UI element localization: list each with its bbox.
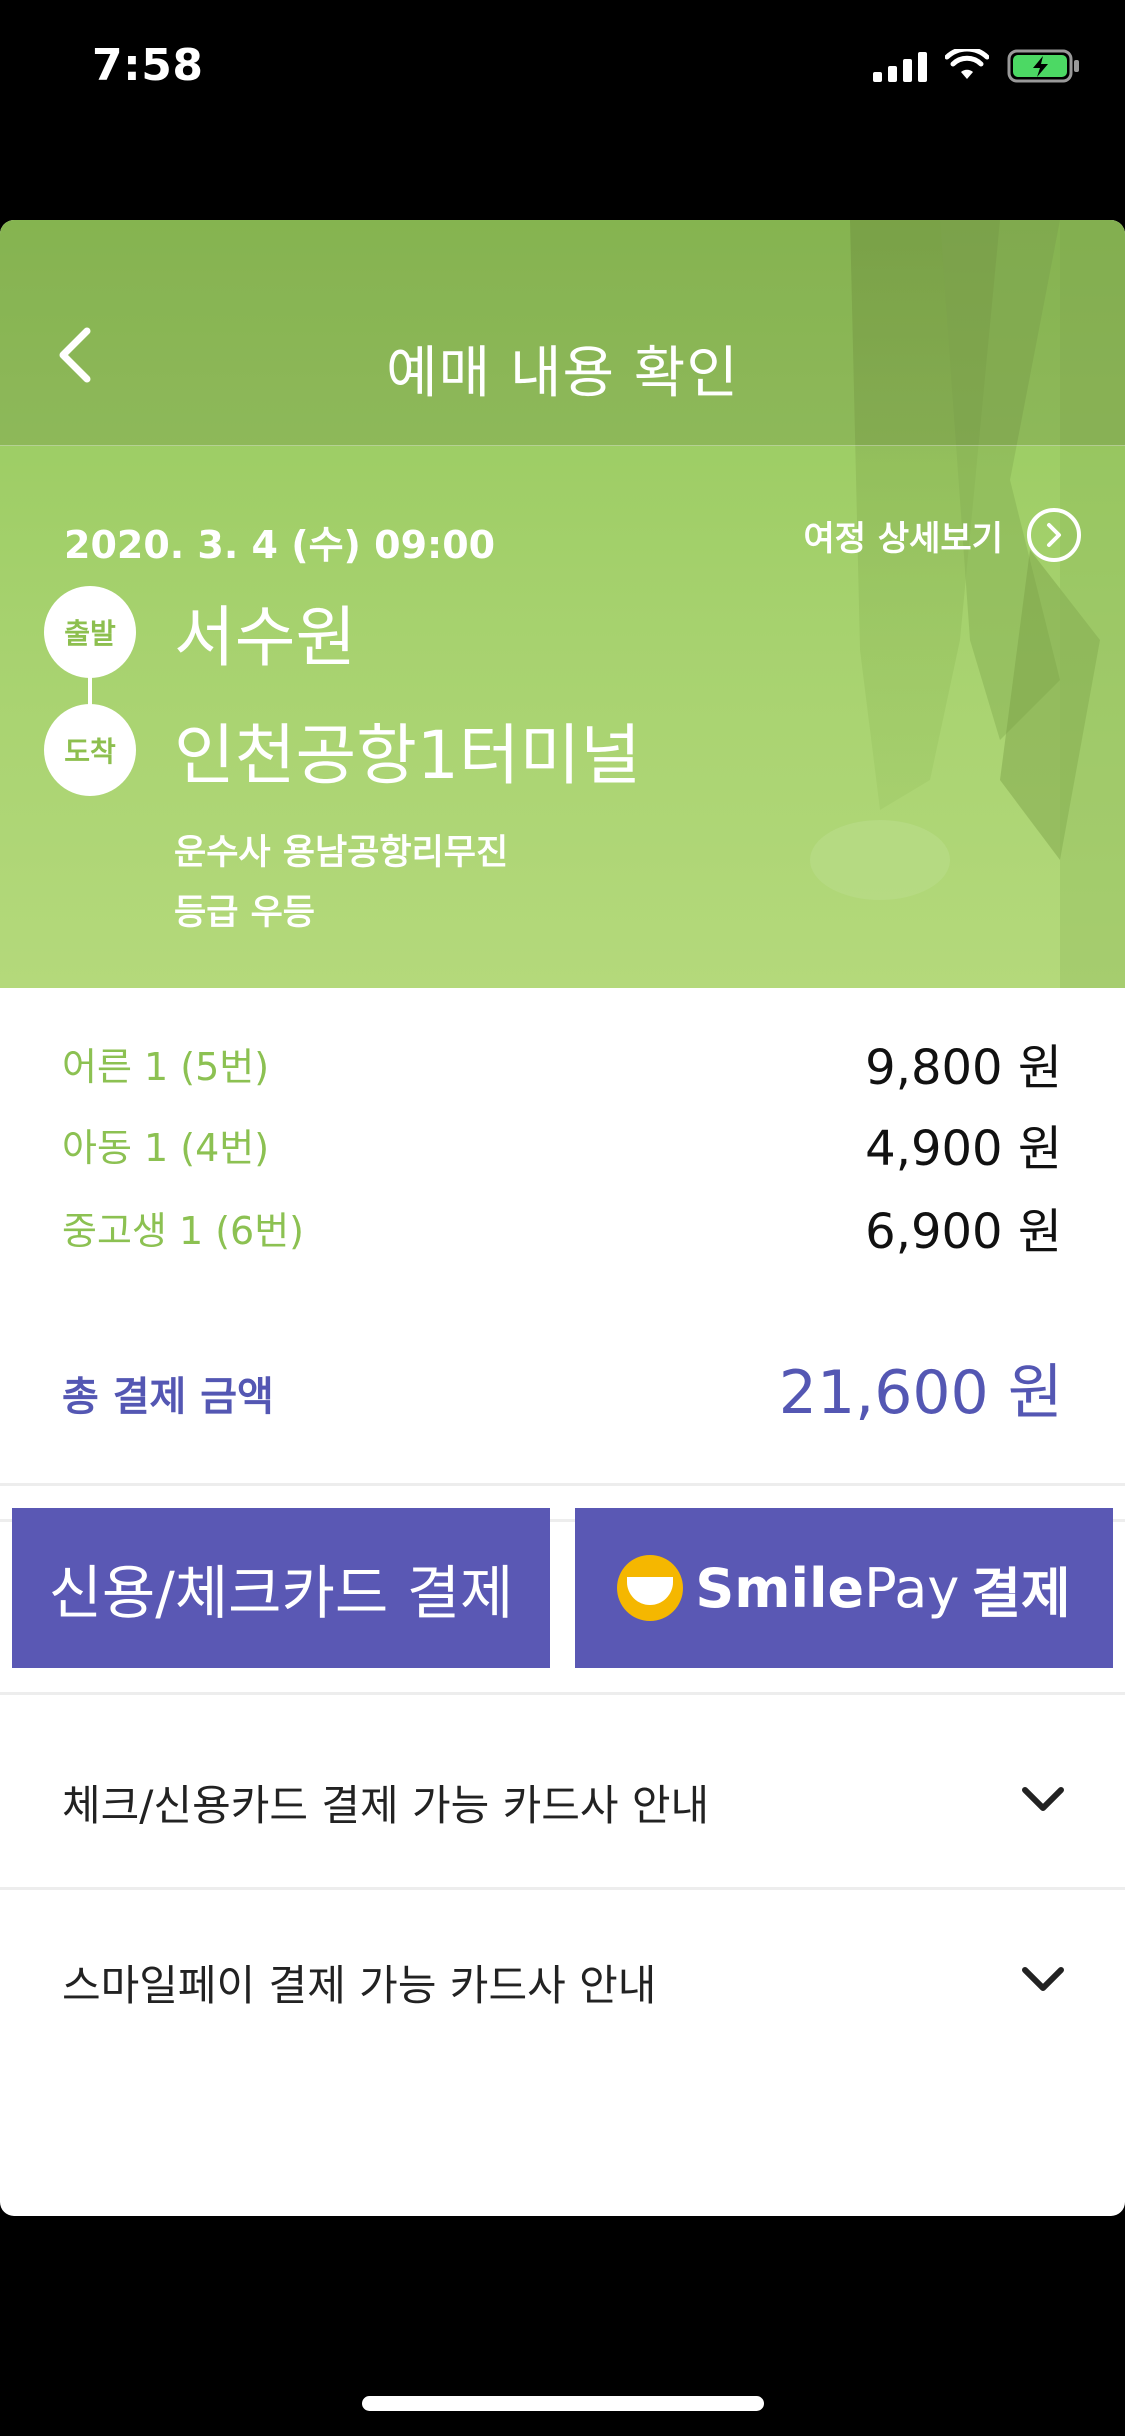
departure-row: 출발 서수원 bbox=[44, 584, 356, 680]
fare-amount: 6,900 원 bbox=[865, 1204, 1062, 1260]
home-indicator[interactable] bbox=[362, 2396, 764, 2411]
chevron-right-circle-icon bbox=[1027, 508, 1081, 562]
trip-detail-label: 여정 상세보기 bbox=[803, 518, 1003, 559]
accordion-label: 스마일페이 결제 가능 카드사 안내 bbox=[62, 1961, 657, 2010]
fare-amount: 4,900 원 bbox=[865, 1121, 1062, 1177]
chevron-down-icon bbox=[1022, 1787, 1064, 1811]
fare-row: 아동 1 (4번) 4,900 원 bbox=[62, 1109, 1062, 1179]
departure-station: 서수원 bbox=[174, 599, 357, 676]
smilepay-button[interactable]: SmilePay 결제 bbox=[575, 1508, 1113, 1668]
divider bbox=[0, 1692, 1125, 1695]
status-time: 7:58 bbox=[92, 40, 204, 91]
fare-amount: 9,800 원 bbox=[865, 1040, 1062, 1096]
page-title: 예매 내용 확인 bbox=[386, 341, 739, 406]
fare-row: 어른 1 (5번) 9,800 원 bbox=[62, 1028, 1062, 1098]
smilepay-suffix: 결제 bbox=[971, 1561, 1071, 1625]
departure-badge: 출발 bbox=[44, 586, 136, 678]
wifi-icon bbox=[945, 49, 989, 79]
trip-hero: 예매 내용 확인 2020. 3. 4 (수) 09:00 여정 상세보기 출발… bbox=[0, 220, 1125, 988]
card-payment-button[interactable]: 신용/체크카드 결제 bbox=[12, 1508, 550, 1668]
trip-detail-link[interactable]: 여정 상세보기 bbox=[803, 508, 1081, 562]
card-company-accordion[interactable]: 체크/신용카드 결제 가능 카드사 안내 bbox=[0, 1710, 1125, 1890]
arrival-badge: 도착 bbox=[44, 704, 136, 796]
status-bar: 7:58 bbox=[0, 0, 1125, 140]
arrival-station: 인천공항1터미널 bbox=[174, 717, 642, 794]
smilepay-brand: Smile bbox=[695, 1556, 865, 1620]
grade-info: 등급 우등 bbox=[174, 893, 315, 933]
fare-label: 아동 1 (4번) bbox=[62, 1125, 270, 1170]
fare-label: 중고생 1 (6번) bbox=[62, 1208, 305, 1253]
total-label: 총 결제 금액 bbox=[62, 1374, 274, 1420]
arrival-row: 도착 인천공항1터미널 bbox=[44, 702, 641, 798]
battery-charging-icon bbox=[1007, 49, 1079, 83]
trip-datetime: 2020. 3. 4 (수) 09:00 bbox=[64, 523, 496, 567]
accordion-label: 체크/신용카드 결제 가능 카드사 안내 bbox=[62, 1781, 710, 1830]
cellular-signal-icon bbox=[873, 50, 927, 82]
smilepay-brand-pay: Pay bbox=[864, 1556, 960, 1620]
fare-label: 어른 1 (5번) bbox=[62, 1044, 270, 1089]
carrier-info: 운수사 용남공항리무진 bbox=[174, 833, 509, 873]
status-icons bbox=[873, 48, 1081, 84]
smilepay-company-accordion[interactable]: 스마일페이 결제 가능 카드사 안내 bbox=[0, 1890, 1125, 2070]
smilepay-logo-icon bbox=[617, 1555, 684, 1621]
total-amount: 21,600 원 bbox=[778, 1358, 1063, 1428]
smilepay-label: SmilePay bbox=[695, 1557, 959, 1620]
chevron-down-icon bbox=[1022, 1967, 1064, 1991]
booking-card: 예매 내용 확인 2020. 3. 4 (수) 09:00 여정 상세보기 출발… bbox=[0, 220, 1125, 2216]
fare-row: 중고생 1 (6번) 6,900 원 bbox=[62, 1192, 1062, 1262]
total-row: 총 결제 금액 21,600 원 bbox=[0, 1306, 1125, 1486]
